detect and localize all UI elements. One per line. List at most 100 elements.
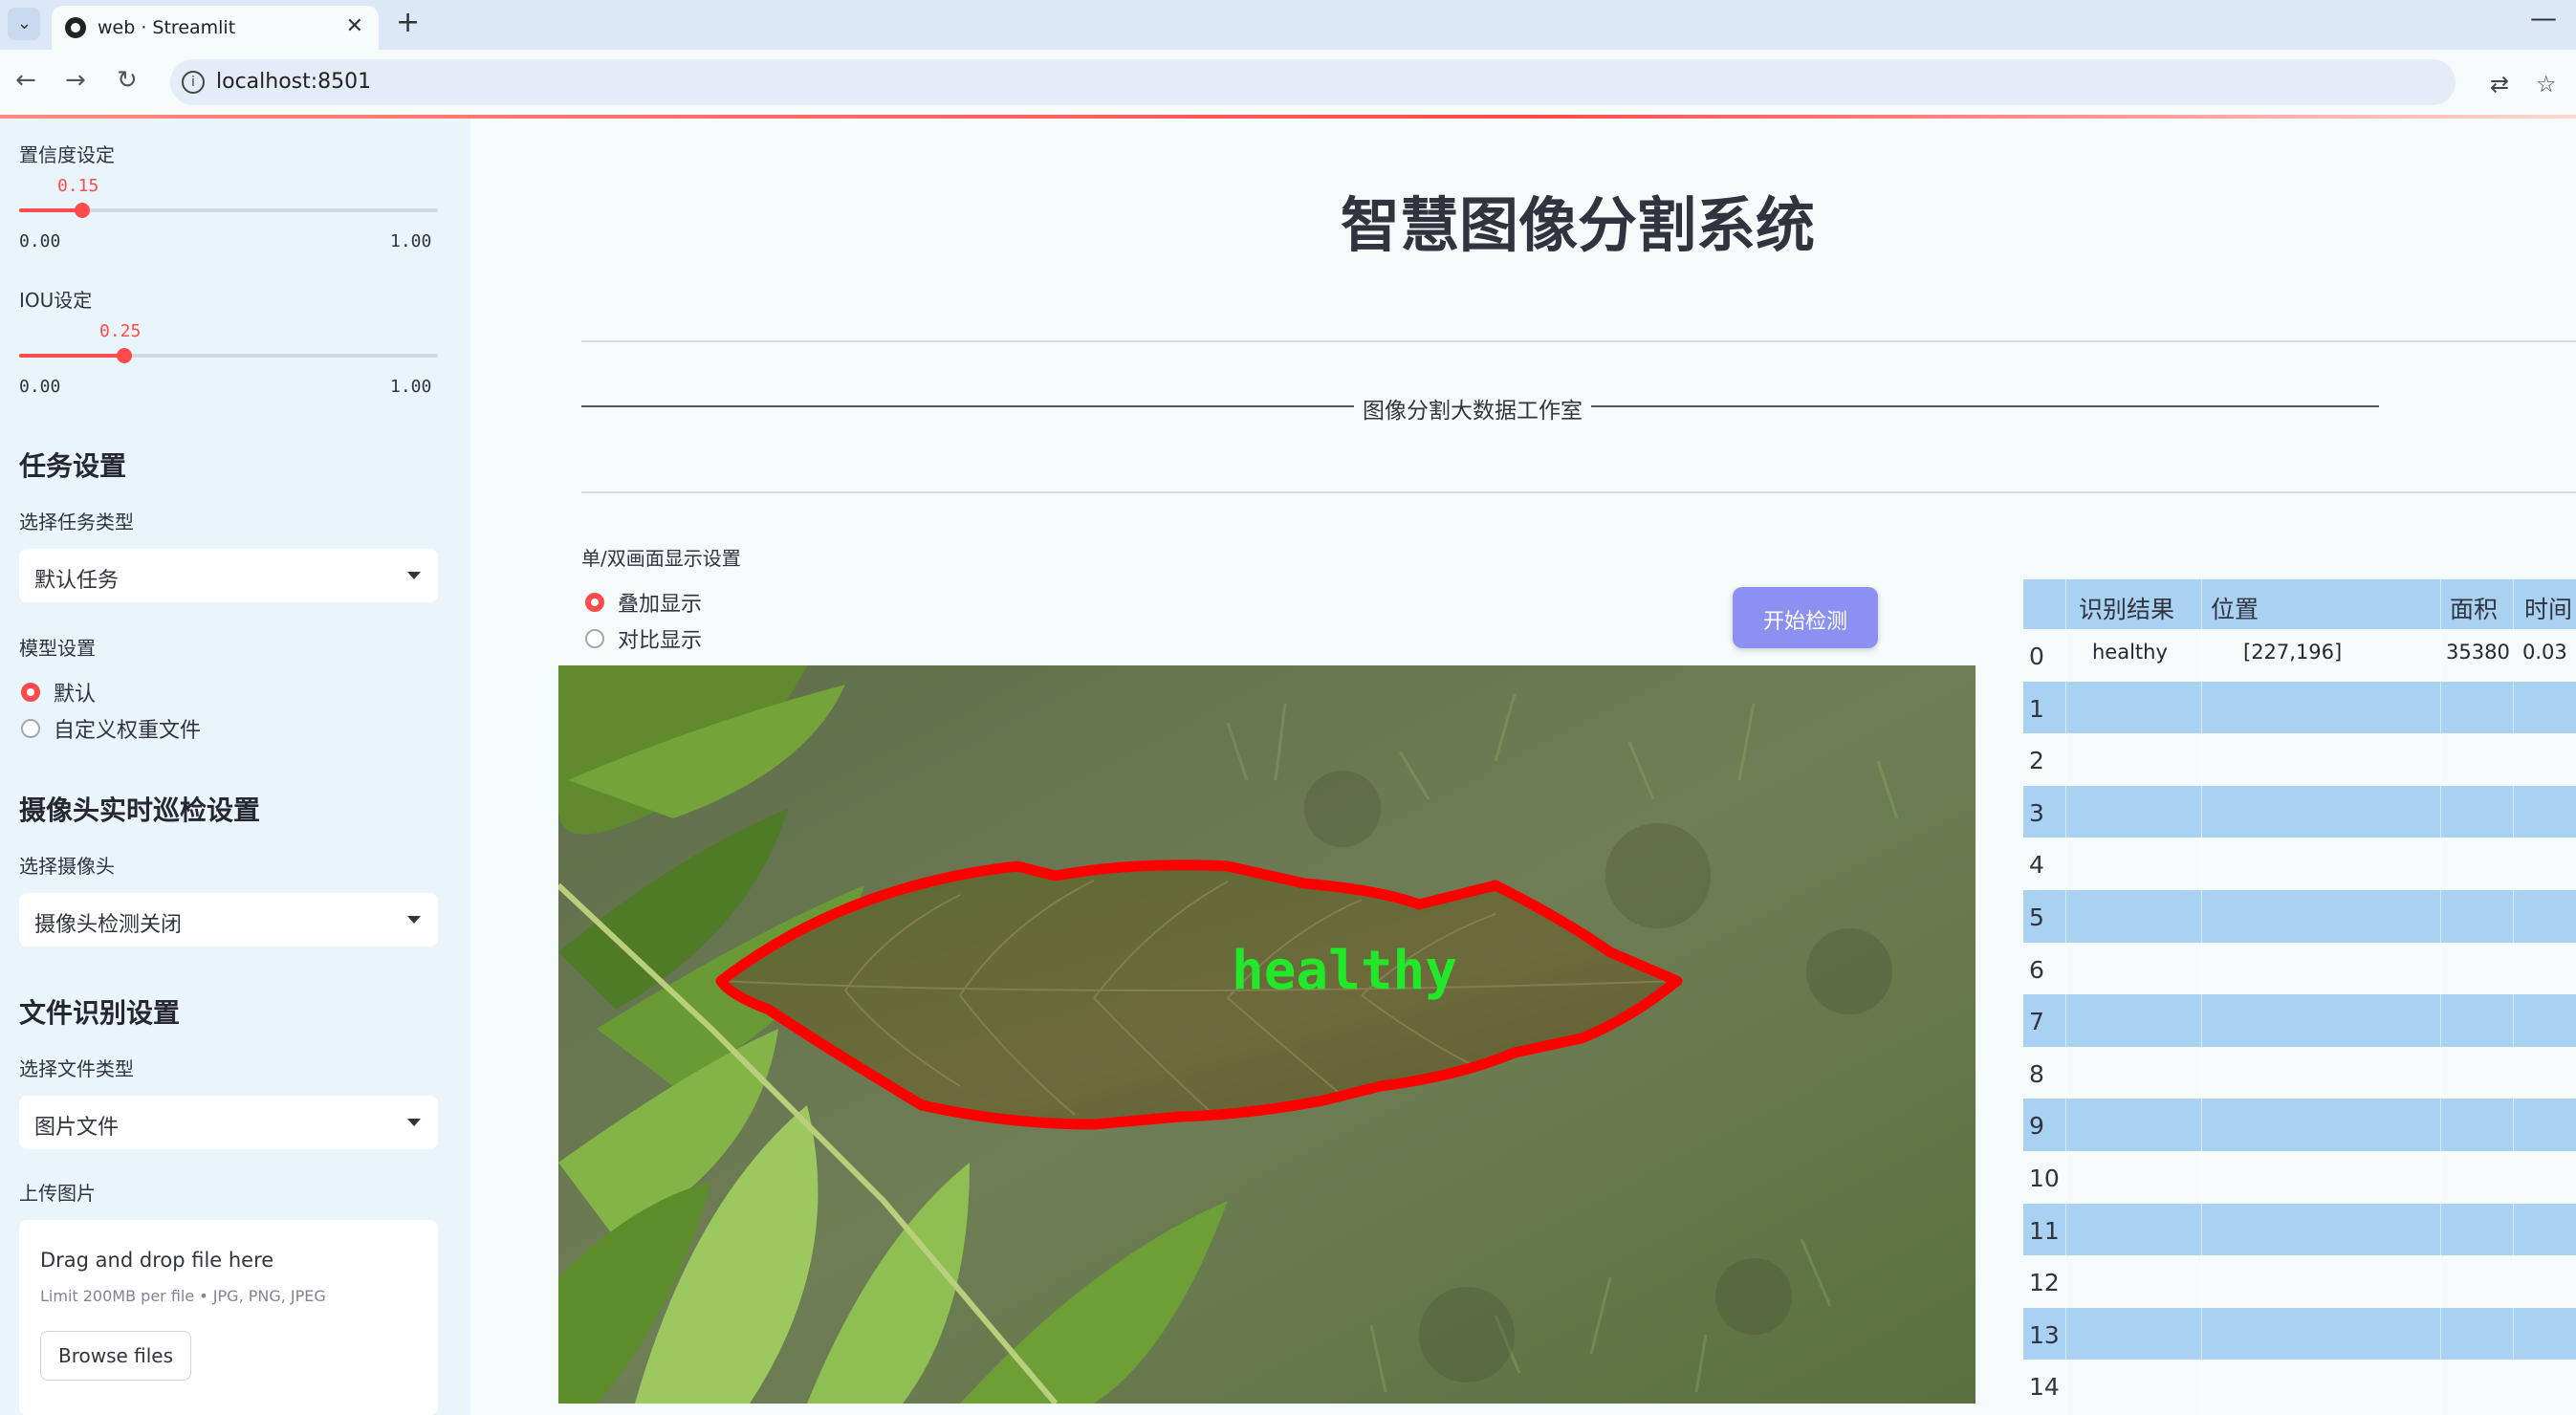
col-header-result[interactable]: 识别结果 [2079, 591, 2174, 625]
row-index: 7 [2029, 1008, 2044, 1036]
camera-settings-heading: 摄像头实时巡检设置 [19, 795, 261, 826]
row-index: 14 [2029, 1373, 2060, 1402]
url-field[interactable]: i localhost:8501 [170, 59, 2456, 105]
table-row[interactable]: 3 [2023, 785, 2576, 838]
url-text: localhost:8501 [216, 70, 372, 94]
iou-slider-fill [19, 354, 124, 358]
dropzone-text: Drag and drop file here [40, 1249, 274, 1272]
address-bar-row: ← → ↻ i localhost:8501 ⇄ ☆ [0, 50, 2576, 115]
col-header-time[interactable]: 时间 [2524, 591, 2572, 625]
model-radio-custom[interactable] [21, 719, 40, 738]
col-header-position[interactable]: 位置 [2211, 591, 2259, 625]
chevron-down-icon [407, 916, 421, 924]
detection-result-image: healthy [558, 665, 1976, 1404]
table-row[interactable]: 9 [2023, 1099, 2576, 1151]
confidence-value: 0.15 [57, 176, 99, 196]
back-icon[interactable]: ← [15, 66, 36, 95]
table-row[interactable]: 5 [2023, 890, 2576, 943]
table-row[interactable]: 13 [2023, 1307, 2576, 1361]
minimize-window-icon[interactable]: — [2530, 2, 2557, 33]
banner-dash-left [581, 405, 1354, 407]
display-radio-compare[interactable] [585, 629, 604, 648]
new-tab-icon[interactable]: + [396, 6, 420, 39]
task-type-value: 默认任务 [34, 569, 120, 593]
translate-icon[interactable]: ⇄ [2490, 71, 2509, 98]
col-divider [2513, 579, 2514, 1415]
file-settings-heading: 文件识别设置 [19, 997, 181, 1029]
studio-name: 图像分割大数据工作室 [1363, 399, 1583, 424]
col-divider [2440, 579, 2441, 1415]
row-index: 12 [2029, 1269, 2060, 1297]
iou-slider[interactable] [19, 348, 438, 363]
table-header: 识别结果 位置 面积 时间 [2023, 579, 2576, 629]
table-row[interactable]: 11 [2023, 1203, 2576, 1256]
divider-bottom [581, 491, 2576, 493]
camera-select[interactable]: 摄像头检测关闭 [19, 893, 438, 947]
camera-select-value: 摄像头检测关闭 [34, 913, 183, 937]
col-divider [2201, 579, 2202, 1415]
row-index: 13 [2029, 1320, 2060, 1349]
row-index: 11 [2029, 1216, 2060, 1245]
model-option-custom[interactable]: 自定义权重文件 [54, 713, 201, 744]
forward-icon[interactable]: → [65, 66, 86, 95]
upload-label: 上传图片 [19, 1182, 96, 1205]
display-mode-label: 单/双画面显示设置 [581, 547, 741, 570]
row-index: 8 [2029, 1059, 2044, 1088]
row-index: 1 [2029, 694, 2044, 723]
table-row[interactable]: 2 [2023, 733, 2576, 786]
row-index: 3 [2029, 798, 2044, 827]
start-detection-label: 开始检测 [1762, 610, 1847, 634]
start-detection-button[interactable]: 开始检测 [1733, 587, 1878, 648]
cell-time: 0.03 [2522, 641, 2567, 664]
confidence-slider[interactable] [19, 203, 438, 218]
detection-label: healthy [1232, 940, 1457, 1002]
browse-files-label: Browse files [57, 1344, 174, 1367]
model-option-default[interactable]: 默认 [54, 677, 96, 708]
table-row[interactable]: 1 [2023, 681, 2576, 734]
table-row[interactable]: 8 [2023, 1047, 2576, 1099]
table-row[interactable]: 0 healthy [227,196] 35380 0.03 [2023, 629, 2576, 682]
results-table[interactable]: 识别结果 位置 面积 时间 0 healthy [227,196] 35380 0.03… [2023, 579, 2576, 1415]
table-row[interactable]: 7 [2023, 994, 2576, 1047]
confidence-min: 0.00 [19, 231, 61, 251]
dropzone-limit-text: Limit 200MB per file • JPG, PNG, JPEG [40, 1287, 326, 1305]
studio-banner: 图像分割大数据工作室 [581, 392, 2379, 424]
model-settings-label: 模型设置 [19, 637, 96, 660]
display-option-compare[interactable]: 对比显示 [618, 623, 702, 654]
row-index: 6 [2029, 955, 2044, 984]
file-dropzone[interactable]: Drag and drop file here Limit 200MB per … [19, 1220, 438, 1415]
file-type-label: 选择文件类型 [19, 1057, 134, 1080]
reload-icon[interactable]: ↻ [117, 66, 138, 95]
task-settings-heading: 任务设置 [19, 450, 127, 482]
table-row[interactable]: 6 [2023, 943, 2576, 995]
chevron-down-icon [407, 572, 421, 579]
iou-min: 0.00 [19, 377, 61, 397]
page-title: 智慧图像分割系统 [1340, 190, 1815, 260]
site-info-icon[interactable]: i [182, 71, 205, 94]
close-tab-icon[interactable]: ✕ [346, 14, 363, 38]
table-row[interactable]: 4 [2023, 838, 2576, 890]
bookmark-star-icon[interactable]: ☆ [2536, 71, 2557, 98]
row-index: 10 [2029, 1165, 2060, 1192]
row-index: 2 [2029, 747, 2044, 775]
col-header-area[interactable]: 面积 [2450, 591, 2498, 625]
table-row[interactable]: 14 [2023, 1360, 2576, 1412]
tab-search-button[interactable]: ⌄ [8, 8, 40, 40]
divider-top [581, 340, 2576, 342]
row-index: 0 [2029, 642, 2044, 670]
row-index: 9 [2029, 1112, 2044, 1141]
display-option-overlay[interactable]: 叠加显示 [618, 587, 702, 618]
task-type-select[interactable]: 默认任务 [19, 549, 438, 602]
file-type-select[interactable]: 图片文件 [19, 1096, 438, 1149]
display-radio-overlay[interactable] [585, 593, 604, 612]
iou-slider-thumb[interactable] [116, 348, 132, 363]
browser-tab[interactable]: web · Streamlit ✕ [52, 6, 379, 50]
browser-tab-bar: ⌄ web · Streamlit ✕ + — [0, 0, 2576, 50]
table-row[interactable]: 10 [2023, 1151, 2576, 1204]
table-row[interactable]: 12 [2023, 1255, 2576, 1308]
browse-files-button[interactable]: Browse files [40, 1331, 191, 1381]
iou-label: IOU设定 [19, 289, 93, 312]
confidence-slider-thumb[interactable] [74, 203, 90, 218]
model-radio-default[interactable] [21, 683, 40, 702]
confidence-label: 置信度设定 [19, 143, 115, 166]
